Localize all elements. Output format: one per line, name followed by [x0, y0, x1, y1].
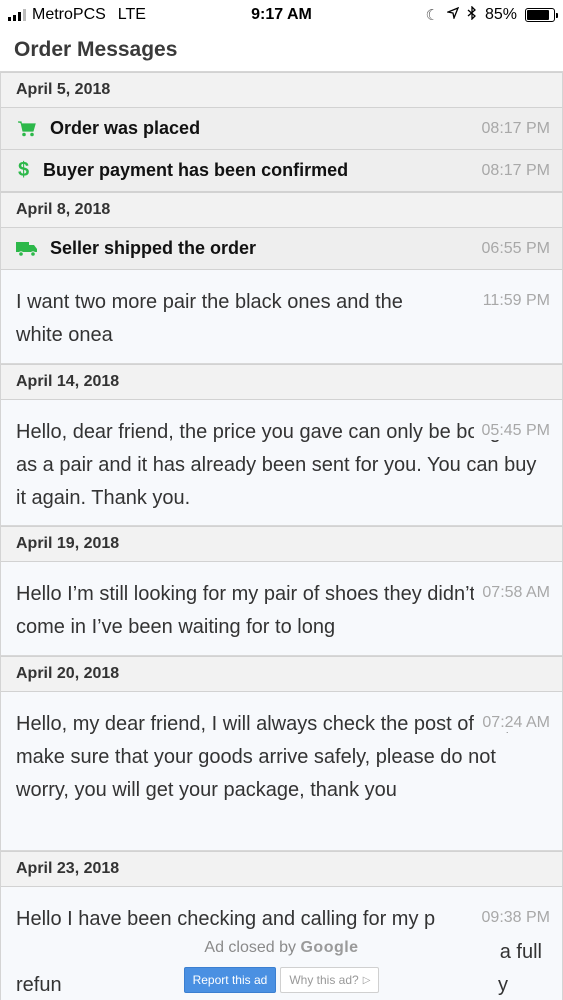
moon-icon: ☾ — [425, 7, 439, 24]
message-item[interactable]: I want two more pair the black ones and … — [1, 270, 562, 364]
message-item[interactable]: Hello, my dear friend, I will always che… — [1, 692, 562, 851]
location-arrow-icon — [445, 6, 460, 24]
battery-percent: 85% — [484, 6, 517, 23]
event-time: 08:17 PM — [481, 119, 550, 137]
dollar-icon: $ — [17, 159, 30, 181]
message-time: 07:58 AM — [474, 584, 550, 602]
why-this-ad-button[interactable]: Why this ad? ▷ — [280, 967, 380, 993]
event-row-payment-confirmed[interactable]: $ Buyer payment has been confirmed 08:17… — [1, 150, 562, 192]
battery-icon — [524, 8, 558, 22]
message-time: 05:45 PM — [473, 422, 550, 440]
truck-icon — [16, 238, 38, 260]
event-time: 06:55 PM — [481, 239, 550, 257]
message-time: 11:59 PM — [474, 292, 550, 310]
status-bar: MetroPCS LTE 9:17 AM ☾ 85% — [0, 0, 563, 30]
date-header: April 23, 2018 — [1, 851, 562, 887]
clock: 9:17 AM — [251, 6, 312, 23]
bluetooth-icon — [467, 4, 477, 25]
ad-closed-label: Ad closed by Google — [198, 939, 365, 957]
page-header: Order Messages — [0, 30, 563, 72]
message-text: Hello, my dear friend, I will always che… — [16, 713, 511, 801]
message-item[interactable]: Hello I’m still looking for my pair of s… — [1, 562, 562, 656]
google-logo: Google — [300, 939, 359, 956]
page-title: Order Messages — [14, 38, 178, 61]
date-header: April 20, 2018 — [1, 656, 562, 692]
carrier-name: MetroPCS — [32, 6, 106, 23]
event-row-order-placed[interactable]: Order was placed 08:17 PM — [1, 108, 562, 150]
network-type: LTE — [117, 6, 146, 23]
event-row-shipped[interactable]: Seller shipped the order 06:55 PM — [1, 228, 562, 270]
report-ad-button[interactable]: Report this ad — [183, 967, 277, 993]
event-text: Order was placed — [50, 118, 201, 138]
event-time: 08:17 PM — [481, 161, 550, 179]
event-text: Buyer payment has been confirmed — [43, 160, 349, 180]
event-text: Seller shipped the order — [50, 238, 257, 258]
message-item[interactable]: Hello, dear friend, the price you gave c… — [1, 400, 562, 526]
ad-choices-icon: ▷ — [362, 974, 371, 986]
message-text: I want two more pair the black ones and … — [16, 291, 403, 346]
message-text: Hello, dear friend, the price you gave c… — [16, 421, 537, 509]
message-text: Hello I’m still looking for my pair of s… — [16, 583, 476, 638]
cart-icon — [16, 118, 38, 140]
ad-closed-overlay: Ad closed by Google Report this ad Why t… — [0, 925, 563, 1000]
date-header: April 19, 2018 — [1, 526, 562, 562]
date-header: April 5, 2018 — [1, 72, 562, 108]
date-header: April 8, 2018 — [1, 192, 562, 228]
message-time: 07:24 AM — [474, 714, 550, 732]
message-list[interactable]: April 5, 2018 Order was placed 08:17 PM … — [0, 72, 563, 1000]
date-header: April 14, 2018 — [1, 364, 562, 400]
signal-strength-icon — [8, 9, 26, 21]
